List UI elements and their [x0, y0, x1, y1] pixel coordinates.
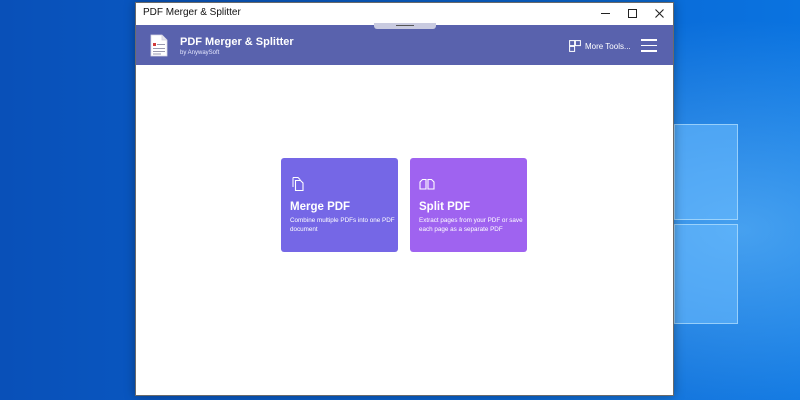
- merge-pdf-title: Merge PDF: [290, 201, 351, 213]
- app-name: PDF Merger & Splitter: [180, 36, 294, 48]
- window-title: PDF Merger & Splitter: [143, 7, 241, 18]
- merge-pdf-card[interactable]: Merge PDF Combine multiple PDFs into one…: [281, 158, 398, 252]
- main-content: Merge PDF Combine multiple PDFs into one…: [136, 65, 673, 395]
- maximize-button[interactable]: [619, 3, 646, 23]
- tools-grid-icon: [569, 40, 581, 52]
- app-header: PDF Merger & Splitter by AnywaySoft More…: [136, 25, 673, 65]
- windows-logo-pane: [674, 124, 738, 220]
- more-tools-label: More Tools...: [585, 41, 631, 51]
- minimize-icon: [601, 13, 610, 14]
- maximize-icon: [628, 8, 637, 18]
- window-titlebar[interactable]: PDF Merger & Splitter: [136, 3, 673, 23]
- windows-logo: [668, 112, 800, 332]
- minimize-button[interactable]: [592, 3, 619, 23]
- merge-pages-icon: [292, 177, 304, 192]
- split-pdf-description: Extract pages from your PDF or save each…: [419, 217, 523, 233]
- merge-pdf-description: Combine multiple PDFs into one PDF docum…: [290, 217, 395, 233]
- grip-icon: [396, 25, 414, 26]
- split-pages-icon: [419, 178, 435, 190]
- close-icon: [655, 8, 664, 18]
- hamburger-menu-icon[interactable]: [641, 39, 657, 52]
- more-tools-button[interactable]: More Tools...: [569, 39, 631, 53]
- app-byline: by AnywaySoft: [180, 50, 220, 56]
- split-pdf-title: Split PDF: [419, 201, 471, 213]
- close-button[interactable]: [646, 3, 673, 23]
- split-pdf-card[interactable]: Split PDF Extract pages from your PDF or…: [410, 158, 527, 252]
- app-window: PDF Merger & Splitter PDF Merger & Split…: [135, 2, 674, 396]
- drag-handle[interactable]: [374, 23, 436, 29]
- pdf-document-icon: [150, 34, 168, 57]
- windows-logo-pane: [674, 224, 738, 324]
